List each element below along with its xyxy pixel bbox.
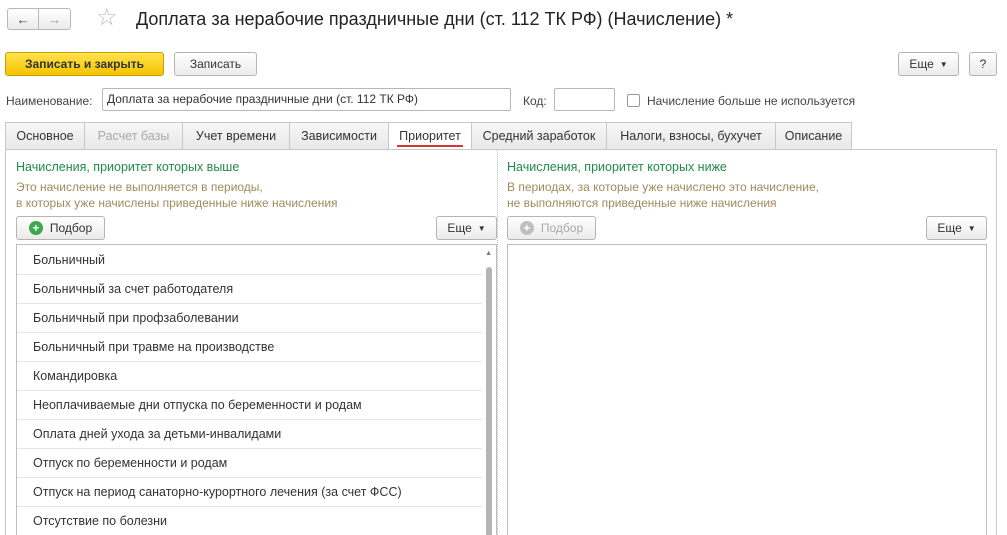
back-button[interactable]: ← (7, 8, 39, 30)
code-label: Код: (523, 94, 547, 108)
column-divider (497, 150, 498, 535)
tab-description[interactable]: Описание (776, 122, 852, 150)
pick-button-left[interactable]: + Подбор (16, 216, 105, 240)
tab-time-accounting[interactable]: Учет времени (183, 122, 290, 150)
tab-main[interactable]: Основное (5, 122, 85, 150)
lower-priority-title: Начисления, приоритет которых ниже (507, 160, 727, 174)
list-item[interactable]: Больничный за счет работодателя (17, 275, 482, 304)
tab-dependencies[interactable]: Зависимости (290, 122, 389, 150)
more-label: Еще (909, 57, 934, 71)
name-input[interactable]: Доплата за нерабочие праздничные дни (ст… (102, 88, 511, 111)
code-input[interactable] (554, 88, 615, 111)
tab-average-earnings[interactable]: Средний заработок (472, 122, 607, 150)
list-item[interactable]: Командировка (17, 362, 482, 391)
window-title: Доплата за нерабочие праздничные дни (ст… (136, 9, 734, 29)
more-label-left: Еще (447, 221, 472, 235)
add-icon: + (28, 221, 43, 235)
add-icon: + (519, 221, 534, 235)
lower-priority-desc-line2: не выполняются приведенные ниже начислен… (507, 196, 777, 210)
scrollbar-thumb[interactable] (486, 267, 492, 535)
list-item[interactable]: Отсутствие по болезни (17, 507, 482, 535)
higher-priority-desc-line1: Это начисление не выполняется в периоды, (16, 180, 263, 194)
forward-button[interactable]: → (39, 8, 71, 30)
pick-label-left: Подбор (49, 221, 93, 235)
list-item[interactable]: Отпуск по беременности и родам (17, 449, 482, 478)
list-item[interactable]: Неоплачиваемые дни отпуска по беременнос… (17, 391, 482, 420)
higher-priority-list[interactable]: Больничный Больничный за счет работодате… (16, 244, 497, 535)
more-label-right: Еще (937, 221, 962, 235)
lower-priority-list[interactable] (507, 244, 987, 535)
lower-priority-desc-line1: В периодах, за которые уже начислено это… (507, 180, 819, 194)
tab-taxes[interactable]: Налоги, взносы, бухучет (607, 122, 776, 150)
scroll-up-icon[interactable]: ▲ (485, 250, 492, 257)
unused-checkbox[interactable] (627, 94, 640, 107)
higher-priority-title: Начисления, приоритет которых выше (16, 160, 240, 174)
more-button[interactable]: Еще ▼ (898, 52, 959, 76)
list-item[interactable]: Отпуск на период санаторно-курортного ле… (17, 478, 482, 507)
tab-base-calculation[interactable]: Расчет базы (85, 122, 183, 150)
more-button-right[interactable]: Еще ▼ (926, 216, 987, 240)
arrow-left-icon: ← (16, 11, 30, 27)
help-button[interactable]: ? (969, 52, 997, 76)
higher-priority-desc-line2: в которых уже начислены приведенные ниже… (16, 196, 338, 210)
list-item[interactable]: Оплата дней ухода за детьми-инвалидами (17, 420, 482, 449)
pick-label-right: Подбор (540, 221, 584, 235)
list-item[interactable]: Больничный при травме на производстве (17, 333, 482, 362)
list-item[interactable]: Больничный при профзаболевании (17, 304, 482, 333)
save-button[interactable]: Записать (174, 52, 257, 76)
chevron-down-icon: ▼ (939, 59, 948, 69)
chevron-down-icon: ▼ (967, 223, 976, 233)
arrow-right-icon: → (48, 11, 61, 27)
tab-bar: Основное Расчет базы Учет времени Зависи… (5, 122, 852, 150)
save-and-close-button[interactable]: Записать и закрыть (5, 52, 164, 76)
pick-button-right[interactable]: + Подбор (507, 216, 596, 240)
unused-checkbox-label[interactable]: Начисление больше не используется (647, 94, 855, 108)
list-item[interactable]: Больничный (17, 245, 482, 275)
chevron-down-icon: ▼ (477, 223, 486, 233)
favorite-star-icon[interactable]: ☆ (96, 6, 118, 30)
tab-priority[interactable]: Приоритет (389, 122, 472, 150)
navigation-buttons: ← → (7, 8, 71, 30)
more-button-left[interactable]: Еще ▼ (436, 216, 497, 240)
name-label: Наименование: (6, 94, 93, 108)
